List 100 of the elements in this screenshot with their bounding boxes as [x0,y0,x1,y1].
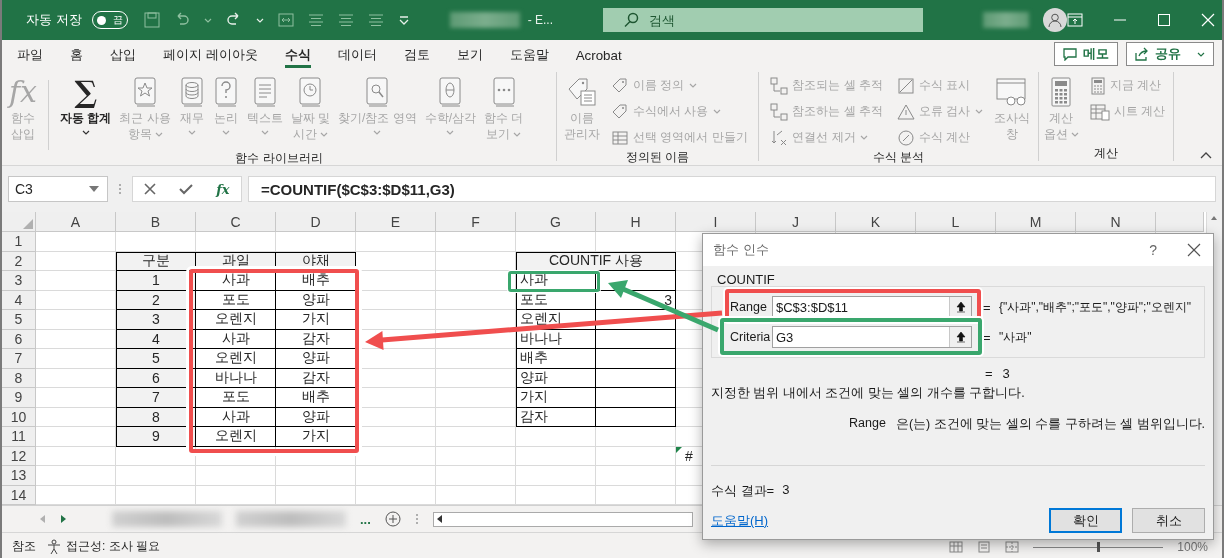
argument-name: Range [849,416,886,432]
table-cell: 배추 [276,388,356,408]
zoom-level[interactable]: 100% [1177,539,1208,554]
ribbon-tab[interactable]: 도움말 [509,42,549,68]
column-header[interactable]: N [1076,212,1156,232]
name-box[interactable]: C3 [8,176,108,202]
ribbon-tab[interactable]: 삽입 [110,42,136,68]
ribbon-tab[interactable]: Acrobat [575,42,622,68]
window-title: - E... [527,13,553,27]
table-header-cell: 7 [116,388,196,408]
column-header[interactable]: M [996,212,1076,232]
ribbon-button[interactable]: ∑ 자동 합계 [57,74,115,135]
column-header[interactable]: D [276,212,356,232]
row-header[interactable]: 14 [2,485,36,505]
table-cell: 오렌지 [196,349,276,369]
row-header[interactable]: 4 [2,290,36,310]
ribbon-tab[interactable]: 홈 [70,42,83,68]
table-cell: 바나나 [196,368,276,388]
search-field[interactable]: 검색 [602,8,923,32]
row-header[interactable]: 13 [2,466,36,486]
formula-field[interactable]: =COUNTIF($C$3:$D$11,G3) [248,176,1216,202]
row-header[interactable]: 10 [2,407,36,427]
argument-preview: {"사과","배추";"포도","양파";"오렌지" [999,298,1191,316]
group-label: 정의된 이름 [624,149,691,165]
function-glyph-icon: ∑ [74,74,97,110]
table-header-cell: COUNTIF 사용 [516,251,676,271]
table-cell: 가지 [516,388,596,408]
argument-field[interactable]: G3 [772,326,972,348]
ribbon-tab[interactable]: 페이지 레이아웃 [163,42,258,68]
row-header[interactable]: 5 [2,310,36,330]
table-cell: 오렌지 [516,310,596,330]
function-name: COUNTIF [716,272,776,288]
column-header[interactable]: F [436,212,516,232]
insert-function-button[interactable]: fx [216,181,230,197]
table-cell: 바나나 [516,329,596,349]
equals-sign: = [985,366,993,381]
column-header[interactable]: C [196,212,276,232]
group-label: 수식 분석 [871,149,926,165]
row-header[interactable]: 1 [2,232,36,252]
table-cell: 포도 [516,290,596,310]
table-cell: 사과 [516,271,596,291]
row-header[interactable]: 2 [2,251,36,271]
column-header[interactable]: E [356,212,436,232]
formula-result-label: 수식 결과= [711,482,775,500]
column-header[interactable]: I [676,212,756,232]
ribbon-tab[interactable]: 보기 [456,42,483,68]
row-header[interactable]: 8 [2,368,36,388]
table-header-cell: 9 [116,427,196,447]
table-cell: 배추 [516,349,596,369]
autosave-label: 자동 저장 [26,11,82,29]
table-cell: 포도 [196,290,276,310]
column-header[interactable]: H [596,212,676,232]
row-header[interactable]: 11 [2,427,36,447]
argument-field[interactable]: $C$3:$D$11 [772,296,972,318]
argument-label: Range [729,300,768,314]
accessibility-status[interactable]: 접근성: 조사 필요 [66,538,160,555]
argument-description: 은(는) 조건에 맞는 셀의 수를 구하려는 셀 범위입니다. [895,416,1205,433]
column-header[interactable]: L [916,212,996,232]
column-header[interactable]: K [836,212,916,232]
equals-sign: = [983,299,992,315]
column-header[interactable]: B [116,212,196,232]
table-cell: 오렌지 [196,310,276,330]
row-header[interactable]: 12 [2,446,36,466]
ribbon-tab[interactable]: 수식 [284,42,311,68]
comments-button[interactable]: 메모 [1054,42,1118,66]
table-cell: 배추 [276,271,356,291]
table-cell: 오렌지 [196,427,276,447]
function-description: 지정한 범위 내에서 조건에 맞는 셀의 개수를 구합니다. [711,385,1026,402]
row-header[interactable]: 7 [2,349,36,369]
table-cell: 사과 [196,407,276,427]
more-sheets-button[interactable]: ... [360,511,371,527]
row-header[interactable]: 6 [2,329,36,349]
table-cell: 포도 [196,388,276,408]
table-cell: 양파 [276,349,356,369]
table-header-cell: 3 [116,310,196,330]
help-button[interactable]: ? [1149,242,1157,258]
dialog-button[interactable]: 확인 [1049,508,1122,533]
dialog-button[interactable]: 취소 [1132,508,1205,533]
table-header-cell: 1 [116,271,196,291]
table-cell: 감자 [516,407,596,427]
share-button[interactable]: 공유 [1126,42,1214,66]
result-value: 3 [1002,366,1010,381]
ribbon-tab[interactable]: 검토 [403,42,430,68]
table-cell: 감자 [276,368,356,388]
column-header[interactable]: G [516,212,596,232]
group-label: 계산 [1093,145,1119,161]
dialog-title: 함수 인수 [713,241,769,259]
column-header[interactable]: A [36,212,116,232]
ribbon-tab[interactable]: 데이터 [337,42,377,68]
row-header[interactable]: 3 [2,271,36,291]
group-label: 함수 라이브러리 [234,150,324,166]
column-header[interactable]: J [756,212,836,232]
table-cell: 사과 [196,271,276,291]
help-link[interactable]: 도움말(H) [711,511,769,530]
table-cell: 양파 [516,368,596,388]
table-header-cell: 5 [116,349,196,369]
ribbon-tab[interactable]: 파일 [17,42,43,68]
row-header[interactable]: 9 [2,388,36,408]
status-mode: 참조 [12,538,36,555]
equals-sign: = [983,329,992,345]
